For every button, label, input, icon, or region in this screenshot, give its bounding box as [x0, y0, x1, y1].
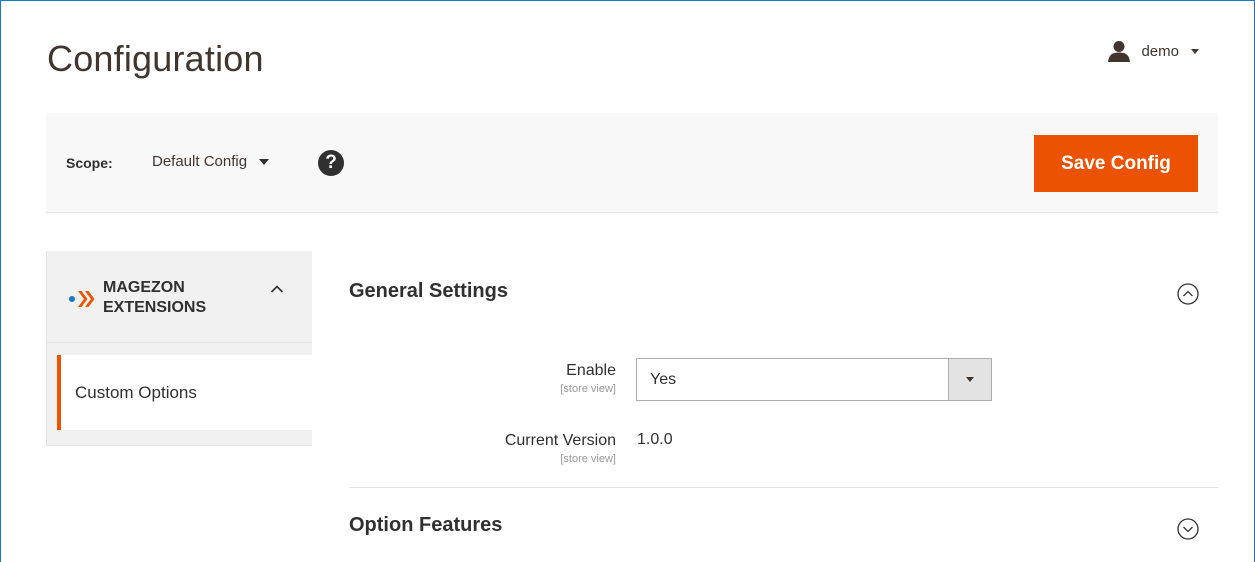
field-scope-current-version: [store view]: [560, 453, 616, 465]
chevron-up-icon: [270, 281, 284, 299]
scope-value: Default Config: [152, 153, 248, 170]
user-icon: [1107, 40, 1131, 62]
sidebar-group-label-line2: EXTENSIONS: [103, 299, 207, 316]
current-version-value: 1.0.0: [637, 431, 673, 448]
enable-select[interactable]: Yes: [636, 358, 992, 401]
field-label-enable: Enable: [566, 362, 616, 379]
page-actions-toolbar: Scope: Default Config ? Save Config: [46, 113, 1218, 213]
field-label-current-version: Current Version: [504, 432, 616, 449]
config-sidebar: MAGEZON EXTENSIONS Custom Options: [46, 251, 313, 446]
save-config-button[interactable]: Save Config: [1034, 135, 1198, 192]
sidebar-group-label: MAGEZON EXTENSIONS: [103, 278, 206, 318]
field-scope-enable: [store view]: [560, 383, 616, 395]
chevron-down-icon: [948, 359, 991, 400]
scope-switcher[interactable]: Default Config: [152, 153, 270, 170]
collapse-circle-icon[interactable]: [1177, 283, 1199, 305]
sidebar-group-magezon-extensions[interactable]: MAGEZON EXTENSIONS: [47, 251, 312, 343]
section-title-option-features[interactable]: Option Features: [349, 514, 502, 537]
section-divider: [349, 487, 1218, 488]
expand-circle-icon[interactable]: [1177, 518, 1199, 540]
enable-select-value: Yes: [650, 371, 677, 388]
help-icon[interactable]: ?: [318, 150, 344, 176]
scope-label: Scope:: [66, 155, 113, 171]
user-account-menu[interactable]: demo: [1107, 40, 1199, 62]
section-title-general-settings[interactable]: General Settings: [349, 280, 508, 303]
magezon-logo-icon: [69, 288, 99, 315]
page-title: Configuration: [47, 38, 264, 79]
chevron-down-icon: [259, 158, 270, 165]
chevron-down-icon: [1191, 48, 1199, 54]
sidebar-item-custom-options[interactable]: Custom Options: [57, 355, 313, 430]
sidebar-group-label-line1: MAGEZON: [103, 279, 185, 296]
user-name: demo: [1141, 42, 1179, 60]
